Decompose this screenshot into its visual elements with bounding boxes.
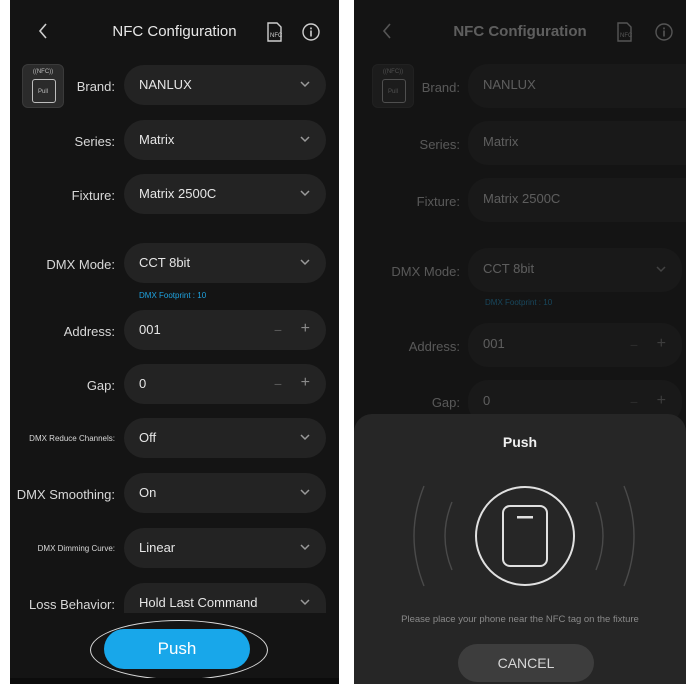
nfc-tag-button[interactable]: NFC: [266, 22, 283, 42]
brand-select[interactable]: NANLUX: [468, 64, 686, 108]
dmx-footprint: DMX Footprint : 10: [485, 298, 553, 307]
push-bottom-sheet: Push Please place your phone near the NF…: [354, 414, 686, 684]
nfc-tag-button[interactable]: NFC: [616, 22, 633, 42]
info-icon: [655, 23, 673, 41]
dmx-mode-value: CCT 8bit: [139, 255, 191, 270]
brand-select[interactable]: NANLUX: [124, 65, 326, 105]
fixture-value: Matrix 2500C: [483, 191, 561, 206]
dmx-mode-value: CCT 8bit: [483, 261, 535, 276]
chevron-down-icon: [656, 266, 666, 273]
gap-label: Gap:: [86, 378, 115, 393]
plus-icon[interactable]: +: [657, 335, 666, 353]
nfc-badge-bottom: Pull: [37, 89, 48, 95]
info-button[interactable]: [654, 22, 674, 42]
info-button[interactable]: [301, 22, 321, 42]
brand-label: Brand:: [76, 79, 115, 94]
nfc-tag-icon: NFC: [267, 22, 283, 42]
chevron-down-icon: [300, 544, 310, 551]
dmx-footprint: DMX Footprint : 10: [139, 291, 207, 300]
page-title: NFC Configuration: [112, 23, 237, 40]
svg-text:NFC: NFC: [270, 33, 282, 39]
plus-icon[interactable]: +: [301, 320, 310, 338]
address-label: Address:: [63, 324, 115, 339]
home-indicator-bar: [10, 678, 339, 684]
nfc-tag-icon: NFC: [617, 22, 633, 42]
nfc-badge-bottom: Pull: [387, 89, 398, 95]
reduce-channels-label: DMX Reduce Channels:: [29, 434, 115, 443]
reduce-channels-value: Off: [139, 430, 157, 445]
dmx-mode-label: DMX Mode:: [46, 257, 115, 272]
address-label: Address:: [408, 339, 460, 354]
chevron-down-icon: [300, 259, 310, 266]
chevron-down-icon: [300, 190, 310, 197]
series-label: Series:: [419, 137, 460, 152]
header: NFC Configuration NFC: [10, 14, 339, 50]
gap-value[interactable]: 0: [139, 376, 146, 391]
minus-icon[interactable]: −: [274, 322, 282, 338]
dmx-mode-select[interactable]: CCT 8bit: [468, 248, 682, 292]
chevron-down-icon: [300, 136, 310, 143]
chevron-down-icon: [300, 81, 310, 88]
plus-icon[interactable]: +: [657, 392, 666, 410]
chevron-down-icon: [300, 434, 310, 441]
minus-icon[interactable]: −: [630, 337, 638, 353]
push-button[interactable]: Push: [104, 629, 250, 669]
header: NFC Configuration NFC: [354, 14, 686, 50]
address-stepper: 001 − +: [468, 323, 682, 367]
chevron-down-icon: [300, 489, 310, 496]
nfc-pull-badge: ((NFC)) Pull: [372, 64, 414, 108]
gap-value[interactable]: 0: [483, 393, 490, 408]
minus-icon[interactable]: −: [274, 376, 282, 392]
phone-icon: [413, 485, 635, 587]
dimming-curve-select[interactable]: Linear: [124, 528, 326, 568]
loss-behavior-select[interactable]: Hold Last Command: [124, 583, 326, 613]
fixture-value: Matrix 2500C: [139, 186, 217, 201]
chevron-down-icon: [300, 599, 310, 606]
dimming-curve-label: DMX Dimming Curve:: [37, 544, 115, 553]
nfc-push-screen: NFC Configuration NFC ((NFC)) Pull Brand…: [354, 0, 686, 684]
series-select[interactable]: Matrix: [124, 120, 326, 160]
nfc-badge-top: ((NFC)): [32, 69, 54, 75]
nfc-pull-badge: ((NFC)) Pull: [22, 64, 64, 108]
loss-behavior-value: Hold Last Command: [139, 595, 258, 610]
nfc-badge-top: ((NFC)): [382, 69, 404, 75]
plus-icon[interactable]: +: [301, 374, 310, 392]
address-value[interactable]: 001: [483, 336, 505, 351]
gap-label: Gap:: [431, 395, 460, 410]
sheet-message: Please place your phone near the NFC tag…: [401, 614, 639, 625]
smoothing-select[interactable]: On: [124, 473, 326, 513]
series-select[interactable]: Matrix: [468, 121, 686, 165]
fixture-label: Fixture:: [416, 194, 460, 209]
series-value: Matrix: [139, 132, 175, 147]
smoothing-label: DMX Smoothing:: [16, 487, 115, 502]
sheet-title: Push: [502, 434, 538, 450]
loss-behavior-label: Loss Behavior:: [29, 597, 115, 612]
fixture-select[interactable]: Matrix 2500C: [468, 178, 686, 222]
dimming-curve-value: Linear: [139, 540, 176, 555]
series-value: Matrix: [483, 134, 519, 149]
brand-value: NANLUX: [483, 77, 536, 92]
address-stepper: 001 − +: [124, 310, 326, 350]
nfc-config-screen: NFC Configuration NFC ((NFC)) Pull Brand…: [10, 0, 339, 684]
address-value[interactable]: 001: [139, 322, 161, 337]
fixture-select[interactable]: Matrix 2500C: [124, 174, 326, 214]
fixture-label: Fixture:: [71, 188, 115, 203]
reduce-channels-select[interactable]: Off: [124, 418, 326, 458]
dmx-mode-label: DMX Mode:: [391, 264, 460, 279]
brand-value: NANLUX: [139, 77, 192, 92]
minus-icon[interactable]: −: [630, 394, 638, 410]
smoothing-value: On: [139, 485, 157, 500]
info-icon: [302, 23, 320, 41]
svg-text:NFC: NFC: [620, 33, 632, 39]
page-title: NFC Configuration: [453, 23, 587, 40]
series-label: Series:: [74, 134, 115, 149]
brand-label: Brand:: [421, 80, 460, 95]
cancel-button[interactable]: CANCEL: [458, 644, 594, 682]
gap-stepper: 0 − +: [124, 364, 326, 404]
dmx-mode-select[interactable]: CCT 8bit: [124, 243, 326, 283]
